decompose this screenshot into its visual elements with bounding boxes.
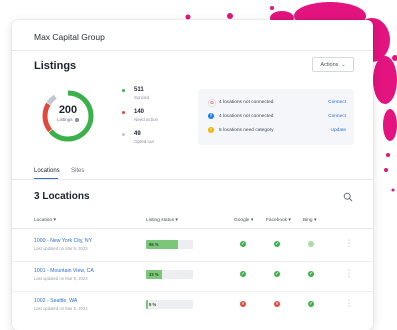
connect-google-link[interactable]: Connect <box>328 100 346 105</box>
warning-icon: ! <box>208 127 214 133</box>
row-menu-icon[interactable]: · · · <box>347 237 351 250</box>
last-updated-text: Last updated on Mar 5, 2023 <box>34 246 88 251</box>
need-action-value: 140 <box>134 109 145 115</box>
location-name-link[interactable]: 1002 - Seattle, WA <box>34 298 77 304</box>
sort-icon: ▾ <box>288 218 291 223</box>
search-icon[interactable] <box>343 192 353 202</box>
listing-status-bar: 33 % <box>146 270 193 279</box>
facebook-status-ok-icon: ✓ <box>274 271 280 277</box>
tabs-divider <box>12 179 373 180</box>
bing-status-ok-icon: ✓ <box>308 301 314 307</box>
chevron-down-icon: ⌄ <box>341 61 346 68</box>
bing-status-pending-icon <box>308 241 314 247</box>
column-bing-label: Bing <box>303 218 313 223</box>
last-updated-text: Last updated on Mar 5, 2023 <box>34 306 88 311</box>
need-action-label: Need action <box>134 117 159 122</box>
org-name: Max Capital Group <box>34 32 105 42</box>
column-google[interactable]: Google ▾ <box>234 218 253 223</box>
row-menu-icon[interactable]: · · · <box>347 267 351 280</box>
listing-status-fill <box>146 300 149 309</box>
connection-text: 4 locations not connected <box>219 114 274 119</box>
locations-count-title: 3 Locations <box>34 191 90 202</box>
sort-icon: ▾ <box>53 218 56 223</box>
listings-total: 200 <box>58 104 78 116</box>
synced-dot <box>122 89 125 92</box>
google-status-ok-icon: ✓ <box>240 241 246 247</box>
dashboard-card: Max Capital Group Listings Actions ⌄ 200… <box>12 20 373 330</box>
facebook-status-ok-icon: ✓ <box>274 241 280 247</box>
need-action-dot <box>122 111 125 114</box>
connect-facebook-link[interactable]: Connect <box>328 114 346 119</box>
listing-status-bar: 5 % <box>146 300 193 309</box>
donut-label-row: Listings <box>40 117 96 122</box>
tab-sites[interactable]: Sites <box>71 168 84 174</box>
synced-value: 511 <box>134 87 144 93</box>
column-status-label: Listing status <box>146 218 174 223</box>
column-bing[interactable]: Bing ▾ <box>303 218 316 223</box>
synced-label: Synced <box>134 95 150 100</box>
google-icon: G <box>208 99 216 107</box>
column-facebook[interactable]: Facebook ▾ <box>266 218 291 223</box>
listing-status-percent: 33 % <box>149 272 159 277</box>
location-name-link[interactable]: 1001 - Mountain View, CA <box>34 268 94 274</box>
facebook-icon: f <box>208 113 214 119</box>
opted-out-label: Opted out <box>134 139 154 144</box>
last-updated-text: Last updated on Mar 5, 2023 <box>34 276 88 281</box>
sort-icon: ▾ <box>250 218 254 223</box>
connection-text: 4 locations not connected <box>219 100 274 105</box>
connection-text: 5 locations need category <box>219 128 274 133</box>
opted-out-value: 49 <box>134 131 141 137</box>
column-facebook-label: Facebook <box>266 218 288 223</box>
header-divider <box>12 50 373 51</box>
donut-center: 200 Listings <box>40 104 96 122</box>
listings-total-label: Listings <box>57 117 73 122</box>
table-row[interactable]: 1000 - New York City, NY Last updated on … <box>12 237 373 268</box>
info-icon <box>74 117 79 122</box>
location-name-link[interactable]: 1000 - New York City, NY <box>34 238 92 244</box>
connection-alerts: G 4 locations not connected Connect f 4 … <box>198 89 354 145</box>
listing-status-percent: 96 % <box>149 242 159 247</box>
tab-locations[interactable]: Locations <box>34 168 60 174</box>
column-location[interactable]: Location ▾ <box>34 218 56 223</box>
listing-status-percent: 5 % <box>149 302 157 307</box>
sort-icon: ▾ <box>313 218 317 223</box>
google-status-ok-icon: ✓ <box>240 271 246 277</box>
sort-icon: ▾ <box>175 218 178 223</box>
listings-title: Listings <box>34 60 77 72</box>
actions-button[interactable]: Actions ⌄ <box>312 57 354 72</box>
opted-out-dot <box>122 133 125 136</box>
column-location-label: Location <box>34 218 53 223</box>
listing-status-bar: 96 % <box>146 240 193 249</box>
update-category-link[interactable]: Update <box>331 128 346 133</box>
header-divider <box>12 228 373 229</box>
row-divider <box>12 291 373 292</box>
google-status-error-icon: × <box>240 301 246 307</box>
column-listing-status[interactable]: Listing status ▾ <box>146 218 178 223</box>
facebook-status-error-icon: × <box>274 301 280 307</box>
row-menu-icon[interactable]: · · · <box>347 297 351 310</box>
bing-status-ok-icon: ✓ <box>308 271 314 277</box>
row-divider <box>12 261 373 262</box>
actions-label: Actions <box>320 61 339 68</box>
column-google-label: Google <box>234 218 250 223</box>
table-row[interactable]: 1001 - Mountain View, CA Last updated on … <box>12 267 373 298</box>
